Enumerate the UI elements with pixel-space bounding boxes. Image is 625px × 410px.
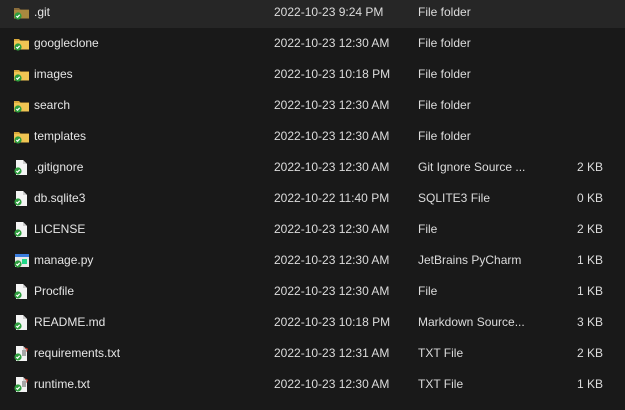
file-date: 2022-10-23 12:30 AM [274,160,390,174]
file-date: 2022-10-23 10:18 PM [274,67,391,81]
file-date: 2022-10-23 10:18 PM [274,315,391,329]
file-date: 2022-10-23 12:30 AM [274,36,390,50]
file-type: File [418,284,438,298]
file-row-manage-py[interactable]: manage.py 2022-10-23 12:30 AM JetBrains … [0,245,625,276]
file-type: Git Ignore Source ... [418,160,526,174]
file-type: File folder [418,98,471,112]
file-row-requirements-txt[interactable]: requirements.txt 2022-10-23 12:31 AM TXT… [0,338,625,369]
file-name: runtime.txt [34,377,91,391]
file-row-templates[interactable]: templates 2022-10-23 12:30 AM File folde… [0,121,625,152]
pycharm-file-icon [13,252,30,269]
file-name: db.sqlite3 [34,191,86,205]
file-name: LICENSE [34,222,86,236]
file-row-search[interactable]: search 2022-10-23 12:30 AM File folder [0,90,625,121]
file-row-db-sqlite3[interactable]: db.sqlite3 2022-10-22 11:40 PM SQLITE3 F… [0,183,625,214]
file-type: File folder [418,129,471,143]
folder-icon [13,4,30,21]
file-type: SQLITE3 File [418,191,491,205]
file-type: File folder [418,67,471,81]
file-date: 2022-10-23 12:30 AM [274,98,390,112]
file-name: images [34,67,73,81]
file-size: 1 KB [576,284,603,298]
file-type: File folder [418,36,471,50]
file-size: 1 KB [576,253,603,267]
file-row-images[interactable]: images 2022-10-23 10:18 PM File folder [0,59,625,90]
file-row-procfile[interactable]: Procfile 2022-10-23 12:30 AM File 1 KB [0,276,625,307]
file-size: 2 KB [576,222,603,236]
document-icon [13,190,30,207]
file-type: File folder [418,5,471,19]
file-row-gitignore[interactable]: .gitignore 2022-10-23 12:30 AM Git Ignor… [0,152,625,183]
file-name: manage.py [34,253,94,267]
file-row-readme-md[interactable]: README.md 2022-10-23 10:18 PM Markdown S… [0,307,625,338]
file-size: 0 KB [576,191,603,205]
document-icon [13,314,30,331]
file-size: 3 KB [576,315,603,329]
file-type: File [418,222,438,236]
document-icon [13,159,30,176]
folder-icon [13,66,30,83]
file-row-license[interactable]: LICENSE 2022-10-23 12:30 AM File 2 KB [0,214,625,245]
file-date: 2022-10-23 12:30 AM [274,284,390,298]
file-name: README.md [34,315,106,329]
file-date: 2022-10-22 11:40 PM [274,191,390,205]
file-list: .git 2022-10-23 9:24 PM File folder goog… [0,0,625,410]
file-date: 2022-10-23 12:30 AM [274,253,390,267]
file-row-runtime-txt[interactable]: runtime.txt 2022-10-23 12:30 AM TXT File… [0,369,625,400]
file-type: JetBrains PyCharm [418,253,522,267]
file-name: requirements.txt [34,346,121,360]
file-type: TXT File [418,377,464,391]
folder-icon [13,97,30,114]
file-size: 1 KB [576,377,603,391]
document-icon [13,221,30,238]
file-date: 2022-10-23 9:24 PM [274,5,384,19]
file-row-googleclone[interactable]: googleclone 2022-10-23 12:30 AM File fol… [0,28,625,59]
file-name: templates [34,129,87,143]
file-date: 2022-10-23 12:30 AM [274,377,390,391]
file-date: 2022-10-23 12:30 AM [274,129,390,143]
folder-icon [13,128,30,145]
file-name: .git [34,5,51,19]
file-size: 2 KB [576,160,603,174]
text-file-icon [13,345,30,362]
file-name: .gitignore [34,160,84,174]
file-size: 2 KB [576,346,603,360]
file-date: 2022-10-23 12:31 AM [274,346,390,360]
text-file-icon [13,376,30,393]
file-date: 2022-10-23 12:30 AM [274,222,390,236]
file-name: search [34,98,71,112]
folder-icon [13,35,30,52]
file-name: Procfile [34,284,75,298]
file-type: Markdown Source... [418,315,525,329]
file-type: TXT File [418,346,464,360]
document-icon [13,283,30,300]
file-row-git[interactable]: .git 2022-10-23 9:24 PM File folder [0,0,625,28]
file-name: googleclone [34,36,99,50]
